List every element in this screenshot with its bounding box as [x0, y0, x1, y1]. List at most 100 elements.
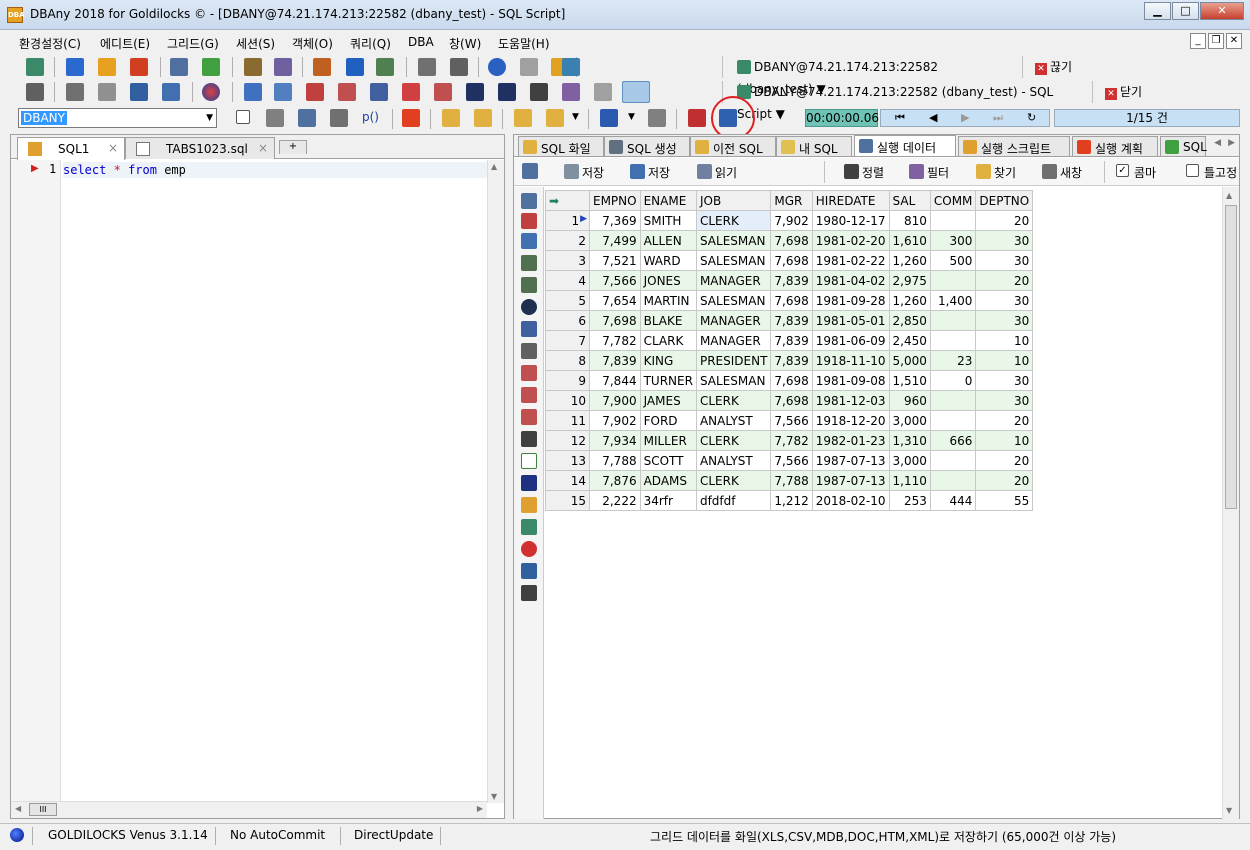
grid-cell-empno[interactable]: 7,782 — [589, 330, 641, 351]
grid-cell-deptno[interactable]: 30 — [975, 250, 1034, 271]
grid-cell-hiredate[interactable]: 1981-04-02 — [811, 270, 890, 291]
grid-cell-empno[interactable]: 7,566 — [589, 270, 641, 291]
chart-icon[interactable] — [313, 58, 331, 76]
text-icon[interactable] — [162, 83, 180, 101]
grid-cell-ename[interactable]: MARTIN — [639, 290, 697, 311]
monitor-icon[interactable] — [346, 58, 364, 76]
row-number[interactable]: 8 — [545, 350, 590, 371]
constraint-icon[interactable] — [402, 83, 420, 101]
grid-cell-comm[interactable] — [929, 470, 977, 491]
download-icon[interactable] — [130, 58, 148, 76]
scroll-down-icon[interactable]: ▼ — [1226, 806, 1232, 815]
grid-cell-sal[interactable]: 1,610 — [888, 230, 931, 251]
grid-cell-deptno[interactable]: 30 — [975, 290, 1034, 311]
grid-cell-mgr[interactable]: 7,698 — [770, 290, 813, 311]
row-number[interactable]: 7 — [545, 330, 590, 351]
index-icon[interactable] — [370, 83, 388, 101]
sort-icon[interactable] — [530, 83, 548, 101]
table-row[interactable]: 5 7,654 MARTIN SALESMAN 7,698 1981-09-28 1,260… — [545, 290, 1034, 311]
grid-cell-empno[interactable]: 7,698 — [589, 310, 641, 331]
menu-edit[interactable]: 에디트(E) — [100, 35, 150, 52]
table-row[interactable]: 9 7,844 TURNER SALESMAN 7,698 1981-09-08 1,510… — [545, 370, 1034, 391]
editor-hscrollbar[interactable]: ◀ III ▶ — [11, 801, 487, 818]
menu-session[interactable]: 세션(S) — [236, 35, 275, 52]
print-icon[interactable] — [648, 109, 666, 127]
grid-cell-ename[interactable]: MILLER — [639, 430, 697, 451]
save-as-button[interactable]: 저장 — [630, 164, 670, 181]
grid-cell-deptno[interactable]: 20 — [975, 450, 1034, 471]
grid-cell-ename[interactable]: 34rfr — [639, 490, 697, 511]
col-job[interactable]: JOB — [695, 190, 772, 211]
chevron-down-icon[interactable]: ▼ — [628, 112, 635, 122]
grid-cell-hiredate[interactable]: 1918-12-20 — [811, 410, 890, 431]
t4-icon[interactable] — [130, 83, 148, 101]
new-tab-button[interactable]: + — [279, 140, 307, 154]
cut-icon[interactable] — [521, 431, 537, 447]
grid-cell-sal[interactable]: 253 — [888, 490, 931, 511]
table-row[interactable]: 13 7,788 SCOTT ANALYST 7,566 1987-07-13 3,000 2… — [545, 450, 1034, 471]
grid-cell-comm[interactable] — [929, 330, 977, 351]
grid-cell-comm[interactable]: 1,400 — [929, 290, 977, 311]
grid-cell-ename[interactable]: BLAKE — [639, 310, 697, 331]
table-row[interactable]: 8 7,839 KING PRESIDENT 7,839 1918-11-10 5,000 2… — [545, 350, 1034, 371]
scroll-thumb[interactable] — [1225, 205, 1237, 509]
folder-open-icon[interactable] — [514, 109, 532, 127]
grid-cell-hiredate[interactable]: 1918-11-10 — [811, 350, 890, 371]
grid-cell-comm[interactable] — [929, 390, 977, 411]
menu-window[interactable]: 창(W) — [449, 35, 481, 52]
col-ename[interactable]: ENAME — [639, 190, 697, 211]
grid-cell-comm[interactable]: 500 — [929, 250, 977, 271]
grid-cell-deptno[interactable]: 30 — [975, 310, 1034, 331]
grid-cell-mgr[interactable]: 7,839 — [770, 270, 813, 291]
grid-cell-mgr[interactable]: 1,212 — [770, 490, 813, 511]
grid-cell-sal[interactable]: 3,000 — [888, 410, 931, 431]
refresh-icon[interactable] — [521, 299, 537, 315]
grid-cell-comm[interactable]: 666 — [929, 430, 977, 451]
tab-result-script[interactable]: 실행 스크립트 — [958, 136, 1070, 156]
table-edit-icon[interactable] — [338, 83, 356, 101]
table-delete-icon[interactable] — [306, 83, 324, 101]
grid-cell-mgr[interactable]: 7,788 — [770, 470, 813, 491]
refresh-icon[interactable]: ↻ — [1027, 111, 1036, 124]
grid-cell-sal[interactable]: 1,310 — [888, 430, 931, 451]
tree-expand-icon[interactable] — [521, 255, 537, 271]
binoculars-icon[interactable] — [418, 58, 436, 76]
grid-cell-ename[interactable]: JAMES — [639, 390, 697, 411]
tab-sql-more[interactable]: SQL — [1160, 136, 1207, 156]
grid-cell-sal[interactable]: 5,000 — [888, 350, 931, 371]
grid-cell-comm[interactable]: 444 — [929, 490, 977, 511]
new-window-button[interactable]: 새창 — [1042, 164, 1082, 181]
grid-cell-hiredate[interactable]: 1987-07-13 — [811, 450, 890, 471]
grid-cell-comm[interactable] — [929, 310, 977, 331]
folder-icon[interactable] — [474, 109, 492, 127]
table-icon[interactable] — [244, 83, 262, 101]
grid-vscrollbar[interactable]: ▲ ▼ — [1222, 187, 1239, 819]
sum-icon[interactable] — [498, 83, 516, 101]
grid-cell-empno[interactable]: 7,839 — [589, 350, 641, 371]
grid-cell-hiredate[interactable]: 1981-02-20 — [811, 230, 890, 251]
delete-row-icon[interactable] — [521, 233, 537, 249]
tree-icon[interactable] — [26, 83, 44, 101]
grid-cell-ename[interactable]: KING — [639, 350, 697, 371]
grid-cell-mgr[interactable]: 7,698 — [770, 370, 813, 391]
lock-icon[interactable] — [274, 58, 292, 76]
grid-cell-job[interactable]: SALESMAN — [695, 370, 772, 391]
table-row[interactable]: 4 7,566 JONES MANAGER 7,839 1981-04-02 2,975 20 — [545, 270, 1034, 291]
grid-cell-mgr[interactable]: 7,902 — [770, 210, 813, 231]
minimize-button[interactable]: ▁ — [1144, 2, 1171, 20]
grid-cell-deptno[interactable]: 20 — [975, 210, 1034, 231]
menu-grid[interactable]: 그리드(G) — [167, 35, 219, 52]
grid-cell-comm[interactable]: 300 — [929, 230, 977, 251]
table-row[interactable]: 14 7,876 ADAMS CLERK 7,788 1987-07-13 1,110 20 — [545, 470, 1034, 491]
grid-cell-ename[interactable]: WARD — [639, 250, 697, 271]
print-icon[interactable] — [66, 83, 84, 101]
table-row[interactable]: 10 7,900 JAMES CLERK 7,698 1981-12-03 960 30 — [545, 390, 1034, 411]
script-selector[interactable]: DBANY@74.21.174.213:22582 (dbany_test) -… — [722, 81, 1062, 121]
save-button[interactable]: 저장 — [564, 164, 604, 181]
grid-cell-job[interactable]: CLERK — [695, 210, 772, 231]
grid-cell-job[interactable]: MANAGER — [695, 270, 772, 291]
row-number[interactable]: 6 — [545, 310, 590, 331]
table-row[interactable]: 15 2,222 34rfr dfdfdf 1,212 2018-02-10 253 444 5… — [545, 490, 1034, 511]
tab-exec-plan[interactable]: 실행 계획 — [1072, 136, 1158, 156]
table-add-icon[interactable] — [274, 83, 292, 101]
